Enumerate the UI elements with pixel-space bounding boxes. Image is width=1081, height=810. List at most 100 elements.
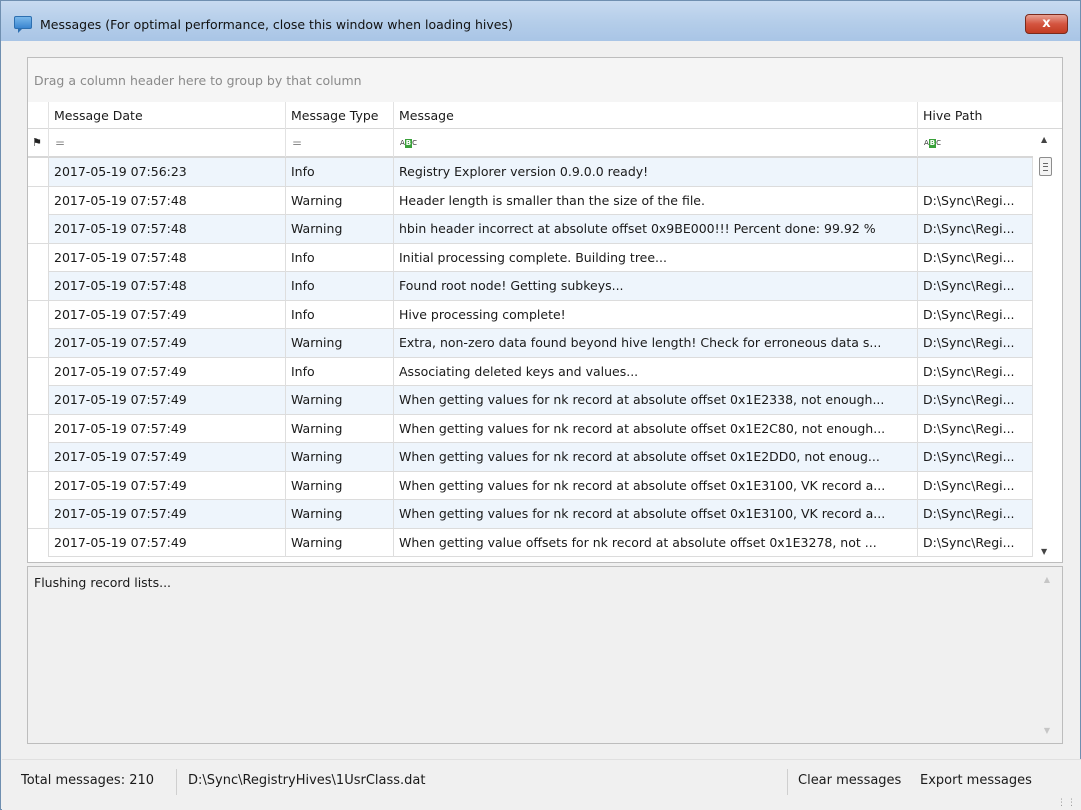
cell-hive-path[interactable]: D:\Sync\Regi... — [918, 272, 1033, 300]
row-indicator[interactable] — [28, 215, 49, 243]
cell-message[interactable]: Extra, non-zero data found beyond hive l… — [394, 329, 918, 357]
cell-message-type[interactable]: Warning — [286, 443, 394, 471]
row-indicator[interactable] — [28, 357, 49, 386]
cell-message-type[interactable]: Warning — [286, 329, 394, 357]
cell-message-type[interactable]: Info — [286, 357, 394, 386]
scroll-thumb[interactable] — [1039, 157, 1052, 176]
table-row[interactable]: 2017-05-19 07:57:49 Warning When getting v… — [28, 528, 1033, 557]
cell-hive-path[interactable]: D:\Sync\Regi... — [918, 357, 1033, 386]
cell-hive-path[interactable]: D:\Sync\Regi... — [918, 300, 1033, 329]
cell-hive-path[interactable]: D:\Sync\Regi... — [918, 186, 1033, 215]
cell-message-date[interactable]: 2017-05-19 07:57:49 — [49, 471, 286, 500]
cell-message[interactable]: Associating deleted keys and values... — [394, 357, 918, 386]
cell-message-date[interactable]: 2017-05-19 07:57:49 — [49, 500, 286, 528]
cell-message-date[interactable]: 2017-05-19 07:57:49 — [49, 357, 286, 386]
cell-message[interactable]: hbin header incorrect at absolute offset… — [394, 215, 918, 243]
row-indicator[interactable] — [28, 329, 49, 357]
table-row[interactable]: 2017-05-19 07:57:48 Warning Header length … — [28, 186, 1033, 215]
cell-message-date[interactable]: 2017-05-19 07:57:48 — [49, 243, 286, 272]
cell-hive-path[interactable] — [918, 158, 1033, 186]
cell-message-type[interactable]: Warning — [286, 386, 394, 414]
table-row[interactable]: 2017-05-19 07:56:23 Info Registry Explorer… — [28, 158, 1033, 187]
table-row[interactable]: 2017-05-19 07:57:48 Warning hbin header in… — [28, 215, 1033, 244]
cell-message-date[interactable]: 2017-05-19 07:57:49 — [49, 443, 286, 471]
column-header-message-date[interactable]: Message Date — [49, 102, 286, 129]
cell-hive-path[interactable]: D:\Sync\Regi... — [918, 528, 1033, 557]
table-row[interactable]: 2017-05-19 07:57:49 Warning When getting v… — [28, 500, 1033, 529]
column-header-message[interactable]: Message — [394, 102, 918, 129]
table-row[interactable]: 2017-05-19 07:57:48 Info Found root node! … — [28, 272, 1033, 301]
clear-messages-button[interactable]: Clear messages — [798, 773, 901, 788]
column-header-message-type[interactable]: Message Type — [286, 102, 394, 129]
scroll-up-arrow-icon[interactable]: ▲ — [1041, 135, 1047, 144]
cell-message[interactable]: When getting values for nk record at abs… — [394, 500, 918, 528]
filter-hive-operator[interactable]: ABC — [918, 129, 1033, 157]
cell-message-type[interactable]: Info — [286, 272, 394, 300]
close-button[interactable]: x — [1025, 14, 1068, 34]
cell-message-type[interactable]: Warning — [286, 186, 394, 215]
filter-message-operator[interactable]: ABC — [394, 129, 918, 157]
cell-hive-path[interactable]: D:\Sync\Regi... — [918, 215, 1033, 243]
row-indicator[interactable] — [28, 243, 49, 272]
cell-message-type[interactable]: Warning — [286, 528, 394, 557]
cell-message-type[interactable]: Warning — [286, 215, 394, 243]
filter-type-operator[interactable]: = — [286, 129, 394, 157]
cell-hive-path[interactable]: D:\Sync\Regi... — [918, 243, 1033, 272]
cell-message[interactable]: When getting values for nk record at abs… — [394, 443, 918, 471]
cell-message[interactable]: Registry Explorer version 0.9.0.0 ready! — [394, 158, 918, 186]
cell-hive-path[interactable]: D:\Sync\Regi... — [918, 386, 1033, 414]
row-indicator[interactable] — [28, 386, 49, 414]
cell-message-type[interactable]: Info — [286, 243, 394, 272]
cell-message-date[interactable]: 2017-05-19 07:56:23 — [49, 158, 286, 186]
table-row[interactable]: 2017-05-19 07:57:48 Info Initial processin… — [28, 243, 1033, 272]
row-indicator[interactable] — [28, 300, 49, 329]
cell-message-date[interactable]: 2017-05-19 07:57:48 — [49, 272, 286, 300]
row-indicator[interactable] — [28, 528, 49, 557]
title-bar[interactable]: Messages (For optimal performance, close… — [1, 1, 1080, 41]
cell-hive-path[interactable]: D:\Sync\Regi... — [918, 414, 1033, 443]
row-indicator[interactable] — [28, 272, 49, 300]
cell-message-date[interactable]: 2017-05-19 07:57:49 — [49, 329, 286, 357]
table-row[interactable]: 2017-05-19 07:57:49 Warning When getting v… — [28, 386, 1033, 415]
table-row[interactable]: 2017-05-19 07:57:49 Warning Extra, non-zer… — [28, 329, 1033, 358]
detail-scroll-up-icon[interactable]: ▲ — [1044, 575, 1050, 584]
table-row[interactable]: 2017-05-19 07:57:49 Info Associating delet… — [28, 357, 1033, 386]
row-indicator[interactable] — [28, 443, 49, 471]
column-header-hive-path[interactable]: Hive Path — [918, 102, 1033, 129]
cell-message[interactable]: When getting values for nk record at abs… — [394, 386, 918, 414]
row-indicator[interactable] — [28, 471, 49, 500]
filter-date-operator[interactable]: = — [49, 129, 286, 157]
cell-message[interactable]: Header length is smaller than the size o… — [394, 186, 918, 215]
export-messages-button[interactable]: Export messages — [920, 773, 1032, 788]
cell-hive-path[interactable]: D:\Sync\Regi... — [918, 443, 1033, 471]
cell-message[interactable]: Hive processing complete! — [394, 300, 918, 329]
cell-message[interactable]: Found root node! Getting subkeys... — [394, 272, 918, 300]
cell-message[interactable]: Initial processing complete. Building tr… — [394, 243, 918, 272]
row-indicator[interactable] — [28, 186, 49, 215]
cell-message-type[interactable]: Info — [286, 300, 394, 329]
cell-message-date[interactable]: 2017-05-19 07:57:49 — [49, 300, 286, 329]
cell-message-date[interactable]: 2017-05-19 07:57:48 — [49, 215, 286, 243]
detail-scroll-down-icon[interactable]: ▼ — [1044, 726, 1050, 735]
resize-grip-icon[interactable]: ⋮⋮ — [1057, 799, 1077, 808]
cell-message[interactable]: When getting values for nk record at abs… — [394, 471, 918, 500]
cell-hive-path[interactable]: D:\Sync\Regi... — [918, 500, 1033, 528]
cell-message-date[interactable]: 2017-05-19 07:57:48 — [49, 186, 286, 215]
table-row[interactable]: 2017-05-19 07:57:49 Warning When getting v… — [28, 414, 1033, 443]
group-by-panel[interactable]: Drag a column header here to group by th… — [28, 58, 1062, 102]
cell-message-type[interactable]: Info — [286, 158, 394, 186]
table-row[interactable]: 2017-05-19 07:57:49 Warning When getting v… — [28, 443, 1033, 472]
table-row[interactable]: 2017-05-19 07:57:49 Info Hive processing c… — [28, 300, 1033, 329]
row-indicator[interactable] — [28, 414, 49, 443]
cell-message[interactable]: When getting value offsets for nk record… — [394, 528, 918, 557]
cell-message-type[interactable]: Warning — [286, 414, 394, 443]
cell-message-type[interactable]: Warning — [286, 500, 394, 528]
cell-message-date[interactable]: 2017-05-19 07:57:49 — [49, 386, 286, 414]
scroll-down-arrow-icon[interactable]: ▼ — [1041, 547, 1047, 556]
cell-message-date[interactable]: 2017-05-19 07:57:49 — [49, 414, 286, 443]
cell-hive-path[interactable]: D:\Sync\Regi... — [918, 471, 1033, 500]
cell-message[interactable]: When getting values for nk record at abs… — [394, 414, 918, 443]
vertical-scrollbar[interactable]: ▲ ▼ — [1033, 129, 1062, 562]
message-detail-panel[interactable]: Flushing record lists... ▲ ▼ — [27, 566, 1063, 744]
row-indicator[interactable] — [28, 500, 49, 528]
